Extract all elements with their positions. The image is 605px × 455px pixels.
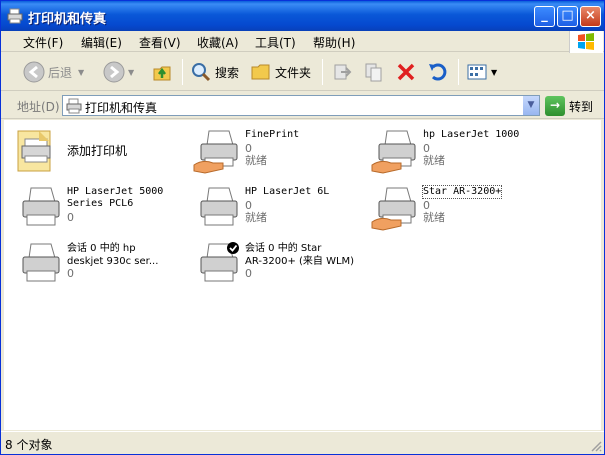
status-bar: 8 个对象 xyxy=(1,431,604,454)
menu-view[interactable]: 查看(V) xyxy=(139,34,181,51)
go-button[interactable]: → 转到 xyxy=(545,96,593,116)
printer-item-hp-laserjet-5000[interactable]: HP LaserJet 5000 Series PCL6 0 xyxy=(9,182,179,236)
menu-bar: 文件(F) 编辑(E) 查看(V) 收藏(A) 工具(T) 帮助(H) xyxy=(1,31,604,52)
printer-status: 就绪 xyxy=(245,211,267,224)
move-to-icon xyxy=(334,64,352,80)
menu-file[interactable]: 文件(F) xyxy=(23,34,63,51)
minimize-button[interactable]: _ xyxy=(534,6,555,27)
printer-item-add[interactable]: 添加打印机 xyxy=(9,125,179,179)
printer-name: 会话 0 中的 Star AR-3200+ (来自 WLM) xyxy=(245,243,355,267)
address-label: 地址(D) xyxy=(17,100,60,114)
windows-logo-icon xyxy=(569,31,603,53)
undo-button[interactable] xyxy=(427,60,452,84)
menu-edit[interactable]: 编辑(E) xyxy=(81,34,122,51)
explorer-window: 打印机和传真 _ □ × 文件(F) 编辑(E) 查看(V) 收藏(A) 工具(… xyxy=(0,0,605,455)
search-label: 搜索 xyxy=(215,65,240,80)
printer-name: FinePrint xyxy=(245,129,300,140)
forward-arrow-icon xyxy=(103,61,125,83)
back-label: 后退 xyxy=(48,65,73,80)
printer-name: 会话 0 中的 hp deskjet 930c ser... xyxy=(67,243,159,267)
undo-icon xyxy=(429,63,447,81)
title-bar[interactable]: 打印机和传真 _ □ × xyxy=(1,1,604,31)
printer-folder-icon xyxy=(66,98,82,114)
shared-printer-icon xyxy=(371,130,416,174)
back-button[interactable]: 后退 ▼ xyxy=(23,60,84,84)
window-title: 打印机和传真 xyxy=(28,12,107,27)
printer-name: 添加打印机 xyxy=(67,144,128,158)
close-button[interactable]: × xyxy=(580,6,601,27)
printer-folder-icon xyxy=(7,8,23,24)
printer-jobs: 0 xyxy=(67,267,74,280)
printer-jobs: 0 xyxy=(67,211,74,224)
up-folder-button[interactable] xyxy=(151,60,176,84)
address-bar: 地址(D) 打印机和传真 ▼ → 转到 xyxy=(1,92,604,119)
menu-tools[interactable]: 工具(T) xyxy=(255,34,296,51)
printer-icon xyxy=(200,187,238,226)
printer-item-hp-laserjet-6l[interactable]: HP LaserJet 6L 0 就绪 xyxy=(187,182,357,236)
delete-button[interactable] xyxy=(395,60,420,84)
printer-icon xyxy=(22,243,60,282)
printer-item-hp-laserjet-1000[interactable]: hp LaserJet 1000 0 就绪 xyxy=(365,125,535,179)
printer-item-session-star-ar-3200[interactable]: 会话 0 中的 Star AR-3200+ (来自 WLM) 0 xyxy=(187,238,357,292)
search-icon xyxy=(192,63,211,82)
printer-item-fineprint[interactable]: FinePrint 0 就绪 xyxy=(187,125,357,179)
search-button[interactable]: 搜索 xyxy=(190,60,239,84)
menu-help[interactable]: 帮助(H) xyxy=(313,34,355,51)
go-label: 转到 xyxy=(569,99,594,114)
address-dropdown-button[interactable]: ▼ xyxy=(522,96,539,115)
shared-printer-icon xyxy=(193,130,238,174)
move-to-button[interactable] xyxy=(331,60,356,84)
go-arrow-icon: → xyxy=(545,96,565,116)
address-field[interactable]: 打印机和传真 ▼ xyxy=(62,95,540,116)
printer-list: 添加打印机 FinePrint 0 就绪 hp LaserJet 1000 0 … xyxy=(4,120,601,430)
printer-name: HP LaserJet 6L xyxy=(245,186,330,197)
copy-to-icon xyxy=(365,63,382,82)
folders-button[interactable]: 文件夹 xyxy=(250,60,311,84)
resize-grip-icon[interactable] xyxy=(590,440,602,452)
printer-status: 就绪 xyxy=(423,154,445,167)
shared-printer-icon xyxy=(371,187,416,231)
printer-name: Star AR-3200+ xyxy=(421,185,503,199)
forward-button[interactable]: ▼ xyxy=(103,60,134,84)
folder-icon xyxy=(251,64,270,80)
views-icon xyxy=(467,64,487,80)
printer-item-star-ar-3200[interactable]: Star AR-3200+ 0 就绪 xyxy=(365,182,535,236)
toolbar: 后退 ▼ ▼ 搜索 文件夹 ▼ xyxy=(1,53,604,91)
printer-item-session-hp-deskjet[interactable]: 会话 0 中的 hp deskjet 930c ser... 0 xyxy=(9,238,179,292)
object-count: 8 个对象 xyxy=(5,438,53,452)
up-folder-icon xyxy=(153,66,171,81)
views-button[interactable]: ▼ xyxy=(466,60,497,84)
printer-name: HP LaserJet 5000 Series PCL6 xyxy=(67,186,164,209)
printer-status: 就绪 xyxy=(245,154,267,167)
printer-icon xyxy=(22,187,60,226)
default-printer-icon xyxy=(200,242,239,282)
back-arrow-icon xyxy=(23,61,45,83)
printer-status: 就绪 xyxy=(423,211,445,224)
copy-to-button[interactable] xyxy=(363,60,388,84)
printer-jobs: 0 xyxy=(245,267,252,280)
maximize-button[interactable]: □ xyxy=(557,6,578,27)
menu-favorites[interactable]: 收藏(A) xyxy=(197,34,239,51)
printer-name: hp LaserJet 1000 xyxy=(423,129,520,140)
add-printer-icon xyxy=(17,130,51,172)
address-value: 打印机和传真 xyxy=(85,101,158,115)
folders-label: 文件夹 xyxy=(275,65,312,80)
delete-x-icon xyxy=(397,63,415,81)
